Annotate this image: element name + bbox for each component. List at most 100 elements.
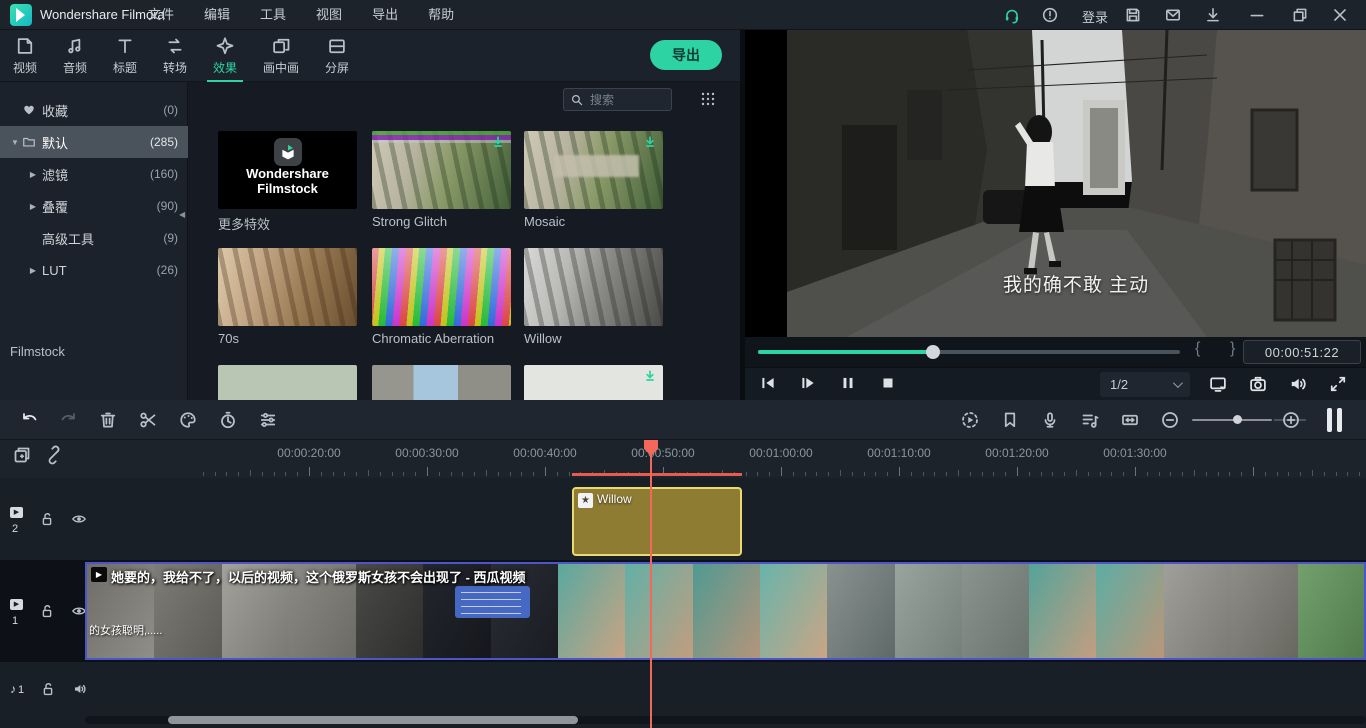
tab-音频[interactable]: 音频: [50, 30, 100, 82]
collapse-panel-arrow-icon[interactable]: ◀: [179, 210, 185, 219]
color-palette-icon[interactable]: [178, 410, 198, 430]
willow-effect-clip[interactable]: ★ Willow: [572, 487, 742, 556]
sidebar-item-滤镜[interactable]: ▶滤镜(160): [0, 158, 188, 190]
effect-card-partial2[interactable]: [372, 365, 511, 400]
next-frame-icon[interactable]: [799, 374, 817, 392]
stop-icon[interactable]: [879, 374, 897, 392]
close-icon[interactable]: [1329, 4, 1351, 26]
record-voiceover-mic-icon[interactable]: [1040, 410, 1060, 430]
effect-card-Strong Glitch[interactable]: Strong Glitch: [372, 131, 511, 229]
effect-card-70s[interactable]: 70s: [218, 248, 357, 346]
adjust-sliders-icon[interactable]: [258, 410, 278, 430]
sidebar-item-LUT[interactable]: ▶LUT(26): [0, 254, 188, 286]
ruler-tick: [1017, 467, 1018, 476]
mail-icon[interactable]: [1162, 4, 1184, 26]
timeline-zoom-slider[interactable]: [1192, 419, 1272, 421]
pause-bars-handle[interactable]: [1327, 408, 1342, 432]
filmstrip-thumbnail: [895, 564, 962, 658]
download-effect-icon[interactable]: [643, 135, 657, 149]
redo-icon[interactable]: [58, 410, 78, 430]
menu-item[interactable]: 视图: [304, 0, 354, 30]
restore-window-icon[interactable]: [1289, 4, 1311, 26]
menu-item[interactable]: 帮助: [416, 0, 466, 30]
menu-item[interactable]: 导出: [360, 0, 410, 30]
search-input[interactable]: [588, 92, 665, 108]
effect-card-Willow[interactable]: Willow: [524, 248, 663, 346]
grid-view-icon[interactable]: [700, 91, 716, 107]
volume-speaker-icon[interactable]: [1288, 374, 1308, 394]
visibility-eye-icon[interactable]: [71, 511, 87, 527]
sidebar-item-默认[interactable]: ▼默认(285): [0, 126, 188, 158]
effect-thumbnail: [524, 248, 663, 326]
sidebar-item-收藏[interactable]: 收藏(0): [0, 94, 188, 126]
sidebar-item-叠覆[interactable]: ▶叠覆(90): [0, 190, 188, 222]
save-icon[interactable]: [1122, 4, 1144, 26]
track-speaker-icon[interactable]: [72, 681, 88, 697]
tab-画中画[interactable]: 画中画: [250, 30, 312, 82]
ruler-timecode-label: 00:01:00:00: [749, 446, 812, 460]
ruler-tick: [274, 472, 275, 476]
tab-标题[interactable]: 标题: [100, 30, 150, 82]
previous-frame-icon[interactable]: [759, 374, 777, 392]
minimize-icon[interactable]: [1246, 4, 1268, 26]
effect-card-partial3[interactable]: [524, 365, 663, 400]
display-device-icon[interactable]: [1208, 374, 1228, 394]
main-video-clip[interactable]: ▶ 她要的，我给不了，以后的视频，这个俄罗斯女孩不会出现了 - 西瓜视频 的女孩…: [85, 562, 1366, 660]
snapshot-camera-icon[interactable]: [1248, 374, 1268, 394]
delete-trash-icon[interactable]: [98, 410, 118, 430]
zoom-out-icon[interactable]: [1160, 410, 1180, 430]
lock-icon[interactable]: [39, 511, 55, 527]
effect-card-Mosaic[interactable]: Mosaic: [524, 131, 663, 229]
tab-效果[interactable]: 效果: [200, 30, 250, 82]
effect-card-Chromatic Aberration[interactable]: Chromatic Aberration: [372, 248, 511, 346]
export-button[interactable]: 导出: [650, 40, 722, 70]
timeline-zoom-handle[interactable]: [1233, 415, 1242, 424]
info-icon[interactable]: [1039, 4, 1061, 26]
menu-item[interactable]: 编辑: [192, 0, 242, 30]
timeline-hscrollbar-thumb[interactable]: [168, 716, 578, 724]
zoom-in-icon[interactable]: [1281, 410, 1301, 430]
speed-timer-icon[interactable]: [218, 410, 238, 430]
fit-timeline-icon[interactable]: [1120, 410, 1140, 430]
seek-progress: [758, 350, 933, 354]
effect-card-partial1[interactable]: [218, 365, 357, 400]
split-scissors-icon[interactable]: [138, 410, 158, 430]
playhead-line[interactable]: [650, 455, 652, 728]
item-count: (9): [163, 231, 178, 245]
menu-item[interactable]: 文件: [136, 0, 186, 30]
mark-out-brace[interactable]: }: [1230, 340, 1235, 358]
ruler-tick: [1088, 472, 1089, 476]
tab-分屏[interactable]: 分屏: [312, 30, 362, 82]
fullscreen-icon[interactable]: [1328, 374, 1348, 394]
ruler-tick: [982, 472, 983, 476]
filmstock-section-label[interactable]: Filmstock: [10, 344, 65, 359]
search-box[interactable]: [563, 88, 672, 111]
tab-视频[interactable]: 视频: [0, 30, 50, 82]
pause-icon[interactable]: [839, 374, 857, 392]
video-clip-title: 她要的，我给不了，以后的视频，这个俄罗斯女孩不会出现了 - 西瓜视频: [111, 567, 526, 586]
undo-icon[interactable]: [20, 410, 40, 430]
auto-ripple-link-icon[interactable]: [44, 445, 64, 465]
download-effect-icon[interactable]: [643, 369, 657, 383]
download-update-icon[interactable]: [1202, 4, 1224, 26]
manage-tracks-icon[interactable]: [12, 445, 32, 465]
marker-icon[interactable]: [1000, 410, 1020, 430]
menu-item[interactable]: 工具: [248, 0, 298, 30]
video-preview[interactable]: 我的确不敢 主动: [745, 30, 1366, 337]
seek-handle[interactable]: [926, 345, 940, 359]
lock-icon[interactable]: [40, 681, 56, 697]
login-link[interactable]: 登录: [1082, 7, 1108, 26]
download-effect-icon[interactable]: [491, 135, 505, 149]
effect-card-更多特效[interactable]: WondershareFilmstock更多特效: [218, 131, 357, 233]
audio-mixer-icon[interactable]: [1080, 410, 1100, 430]
tab-转场[interactable]: 转场: [150, 30, 200, 82]
ruler-timecode-label: 00:01:10:00: [867, 446, 930, 460]
lock-icon[interactable]: [39, 603, 55, 619]
seek-bar[interactable]: [758, 350, 1180, 354]
mark-in-brace[interactable]: {: [1195, 340, 1200, 358]
render-preview-icon[interactable]: [960, 410, 980, 430]
sidebar-item-高级工具[interactable]: 高级工具(9): [0, 222, 188, 254]
headset-support-icon[interactable]: [1001, 4, 1023, 26]
effect-thumbnail: [524, 365, 663, 400]
preview-quality-dropdown[interactable]: 1/2: [1100, 372, 1190, 397]
